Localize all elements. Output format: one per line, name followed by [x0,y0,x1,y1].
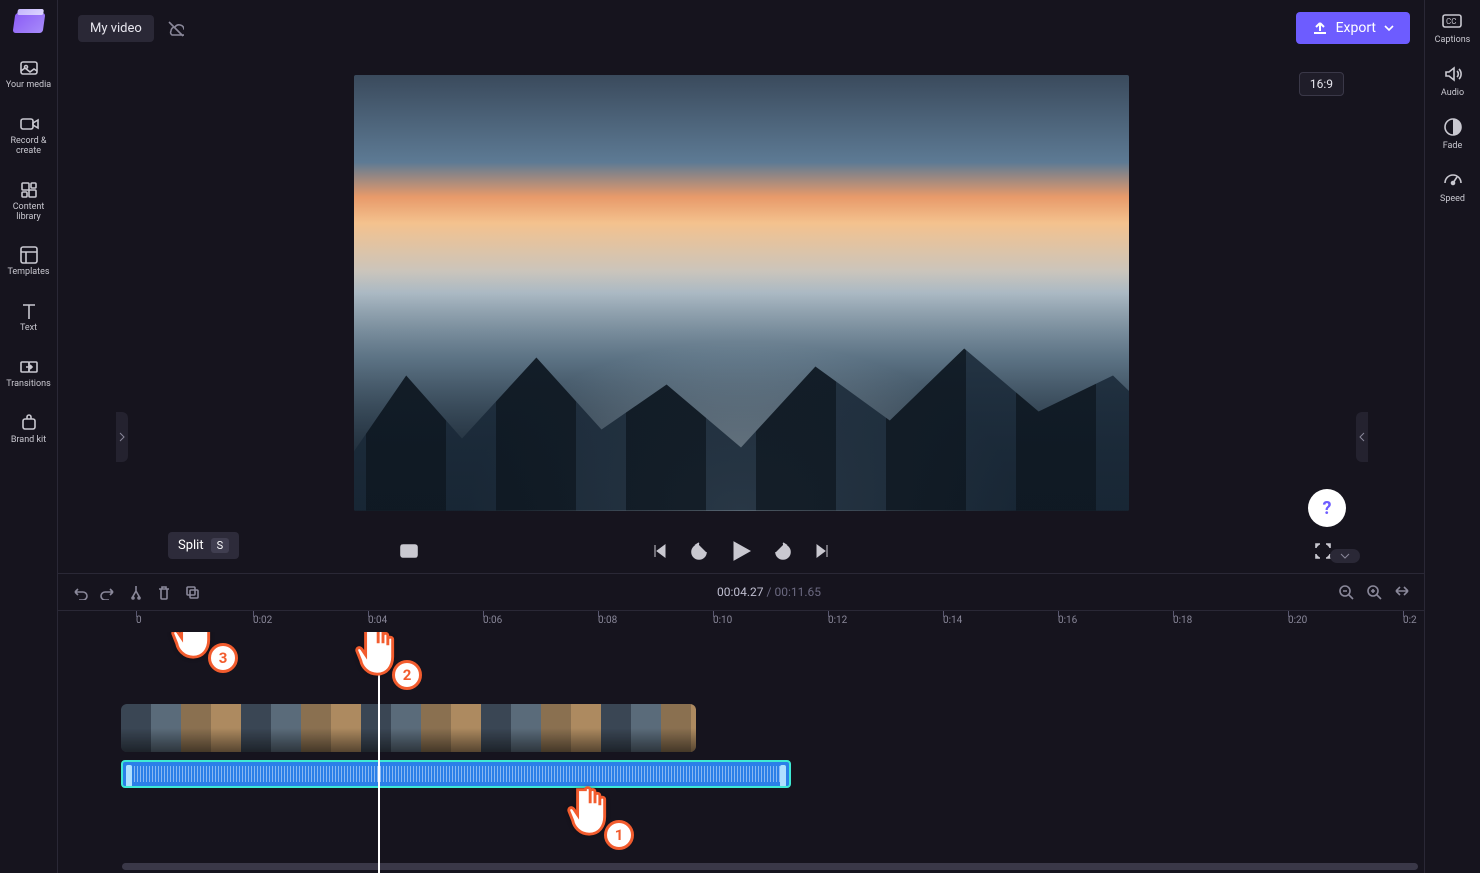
undo-button[interactable] [72,584,88,600]
skip-start-button[interactable] [650,542,668,560]
ruler-tick: 0:06 [483,615,502,626]
delete-button[interactable] [156,584,172,600]
ruler-tick: 0:20 [1288,615,1307,626]
chevron-down-icon [1384,23,1394,33]
media-icon [18,57,40,79]
fade-icon [1442,116,1464,138]
record-icon [18,113,40,135]
sidebar-item-templates[interactable]: Templates [3,236,55,286]
ruler-tick: 0:14 [943,615,962,626]
chevron-left-icon [1358,431,1366,443]
chevron-right-icon [118,431,126,443]
sidebar-item-your-media[interactable]: Your media [3,49,55,99]
sidebar-label: Record & create [3,137,55,157]
sidebar-item-content-library[interactable]: Content library [3,171,55,231]
right-item-fade[interactable]: Fade [1442,116,1464,151]
sidebar-label: Brand kit [11,436,46,446]
cloud-off-icon [166,19,184,37]
chevron-down-icon [1340,552,1350,560]
templates-icon [18,244,40,266]
ruler-tick: 0:12 [828,615,847,626]
video-preview[interactable] [354,75,1129,511]
help-button[interactable]: ? [1308,489,1346,527]
sidebar-item-transitions[interactable]: Transitions [3,348,55,398]
ruler-tick: 0:10 [713,615,732,626]
captions-icon: CC [1441,10,1463,32]
sidebar-label: Templates [7,268,49,278]
split-label: Split [178,538,204,553]
audio-clip[interactable] [121,760,791,788]
right-item-audio[interactable]: Audio [1441,63,1464,98]
sidebar-label: Text [20,324,37,334]
duplicate-button[interactable] [184,584,200,600]
skip-end-button[interactable] [814,542,832,560]
ruler-tick: 0:18 [1173,615,1192,626]
annotation-cursor-3: 3 [170,632,220,655]
right-item-captions[interactable]: CC Captions [1435,10,1471,45]
sidebar-label: Your media [6,81,51,91]
total-time: 00:11.65 [774,585,821,599]
timeline-time: 00:04.27 / 00:11.65 [212,585,1326,599]
export-label: Export [1336,20,1376,36]
library-icon [18,179,40,201]
timeline-scrollbar[interactable] [122,863,1418,870]
ruler-tick: 0:02 [253,615,272,626]
sidebar-item-record-create[interactable]: Record & create [3,105,55,165]
audio-icon [1442,63,1464,85]
sidebar-label: Content library [3,203,55,223]
zoom-out-button[interactable] [1338,584,1354,600]
collapse-properties-button[interactable] [1330,549,1360,563]
upload-icon [1312,20,1328,36]
ruler-tick: 0:2 [1403,615,1417,626]
timeline-tracks[interactable]: 1 2 3 [58,632,1424,873]
svg-text:5: 5 [696,548,700,556]
video-clip[interactable] [121,704,696,752]
forward-button[interactable]: 5 [774,542,792,560]
sidebar-label: Transitions [6,380,51,390]
aspect-ratio-button[interactable]: 16:9 [1299,72,1344,96]
ruler-tick: 0:04 [368,615,387,626]
play-button[interactable] [730,540,752,562]
expand-left-panel[interactable] [116,412,128,462]
sidebar-item-text[interactable]: Text [3,292,55,342]
app-logo[interactable] [12,13,45,33]
rewind-button[interactable]: 5 [690,542,708,560]
svg-text:5: 5 [780,548,784,556]
right-item-speed[interactable]: Speed [1440,169,1465,204]
ruler-tick: 0:08 [598,615,617,626]
split-shortcut: S [211,538,230,553]
export-button[interactable]: Export [1296,12,1410,44]
current-time: 00:04.27 [717,585,764,599]
split-button[interactable] [128,584,144,600]
zoom-in-button[interactable] [1366,584,1382,600]
clip-trim-right[interactable] [780,765,786,787]
speed-icon [1442,169,1464,191]
safe-zone-toggle[interactable] [400,542,418,560]
split-tooltip: Split S [168,532,239,559]
timeline-ruler[interactable]: 0 0:02 0:04 0:06 0:08 0:10 0:12 0:14 0:16 0:18 0:2… [58,610,1424,632]
playhead[interactable] [378,632,380,873]
transitions-icon [18,356,40,378]
expand-right-panel[interactable] [1356,412,1368,462]
ruler-tick: 0:16 [1058,615,1077,626]
svg-text:CC: CC [1446,17,1456,26]
annotation-cursor-1: 1 [566,782,616,832]
brand-icon [18,412,40,434]
project-title[interactable]: My video [78,15,154,42]
fit-timeline-button[interactable] [1394,584,1410,600]
sidebar-item-brand-kit[interactable]: Brand kit [3,404,55,454]
text-icon [18,300,40,322]
redo-button[interactable] [100,584,116,600]
clip-trim-left[interactable] [126,765,132,787]
ruler-tick: 0 [136,615,142,626]
